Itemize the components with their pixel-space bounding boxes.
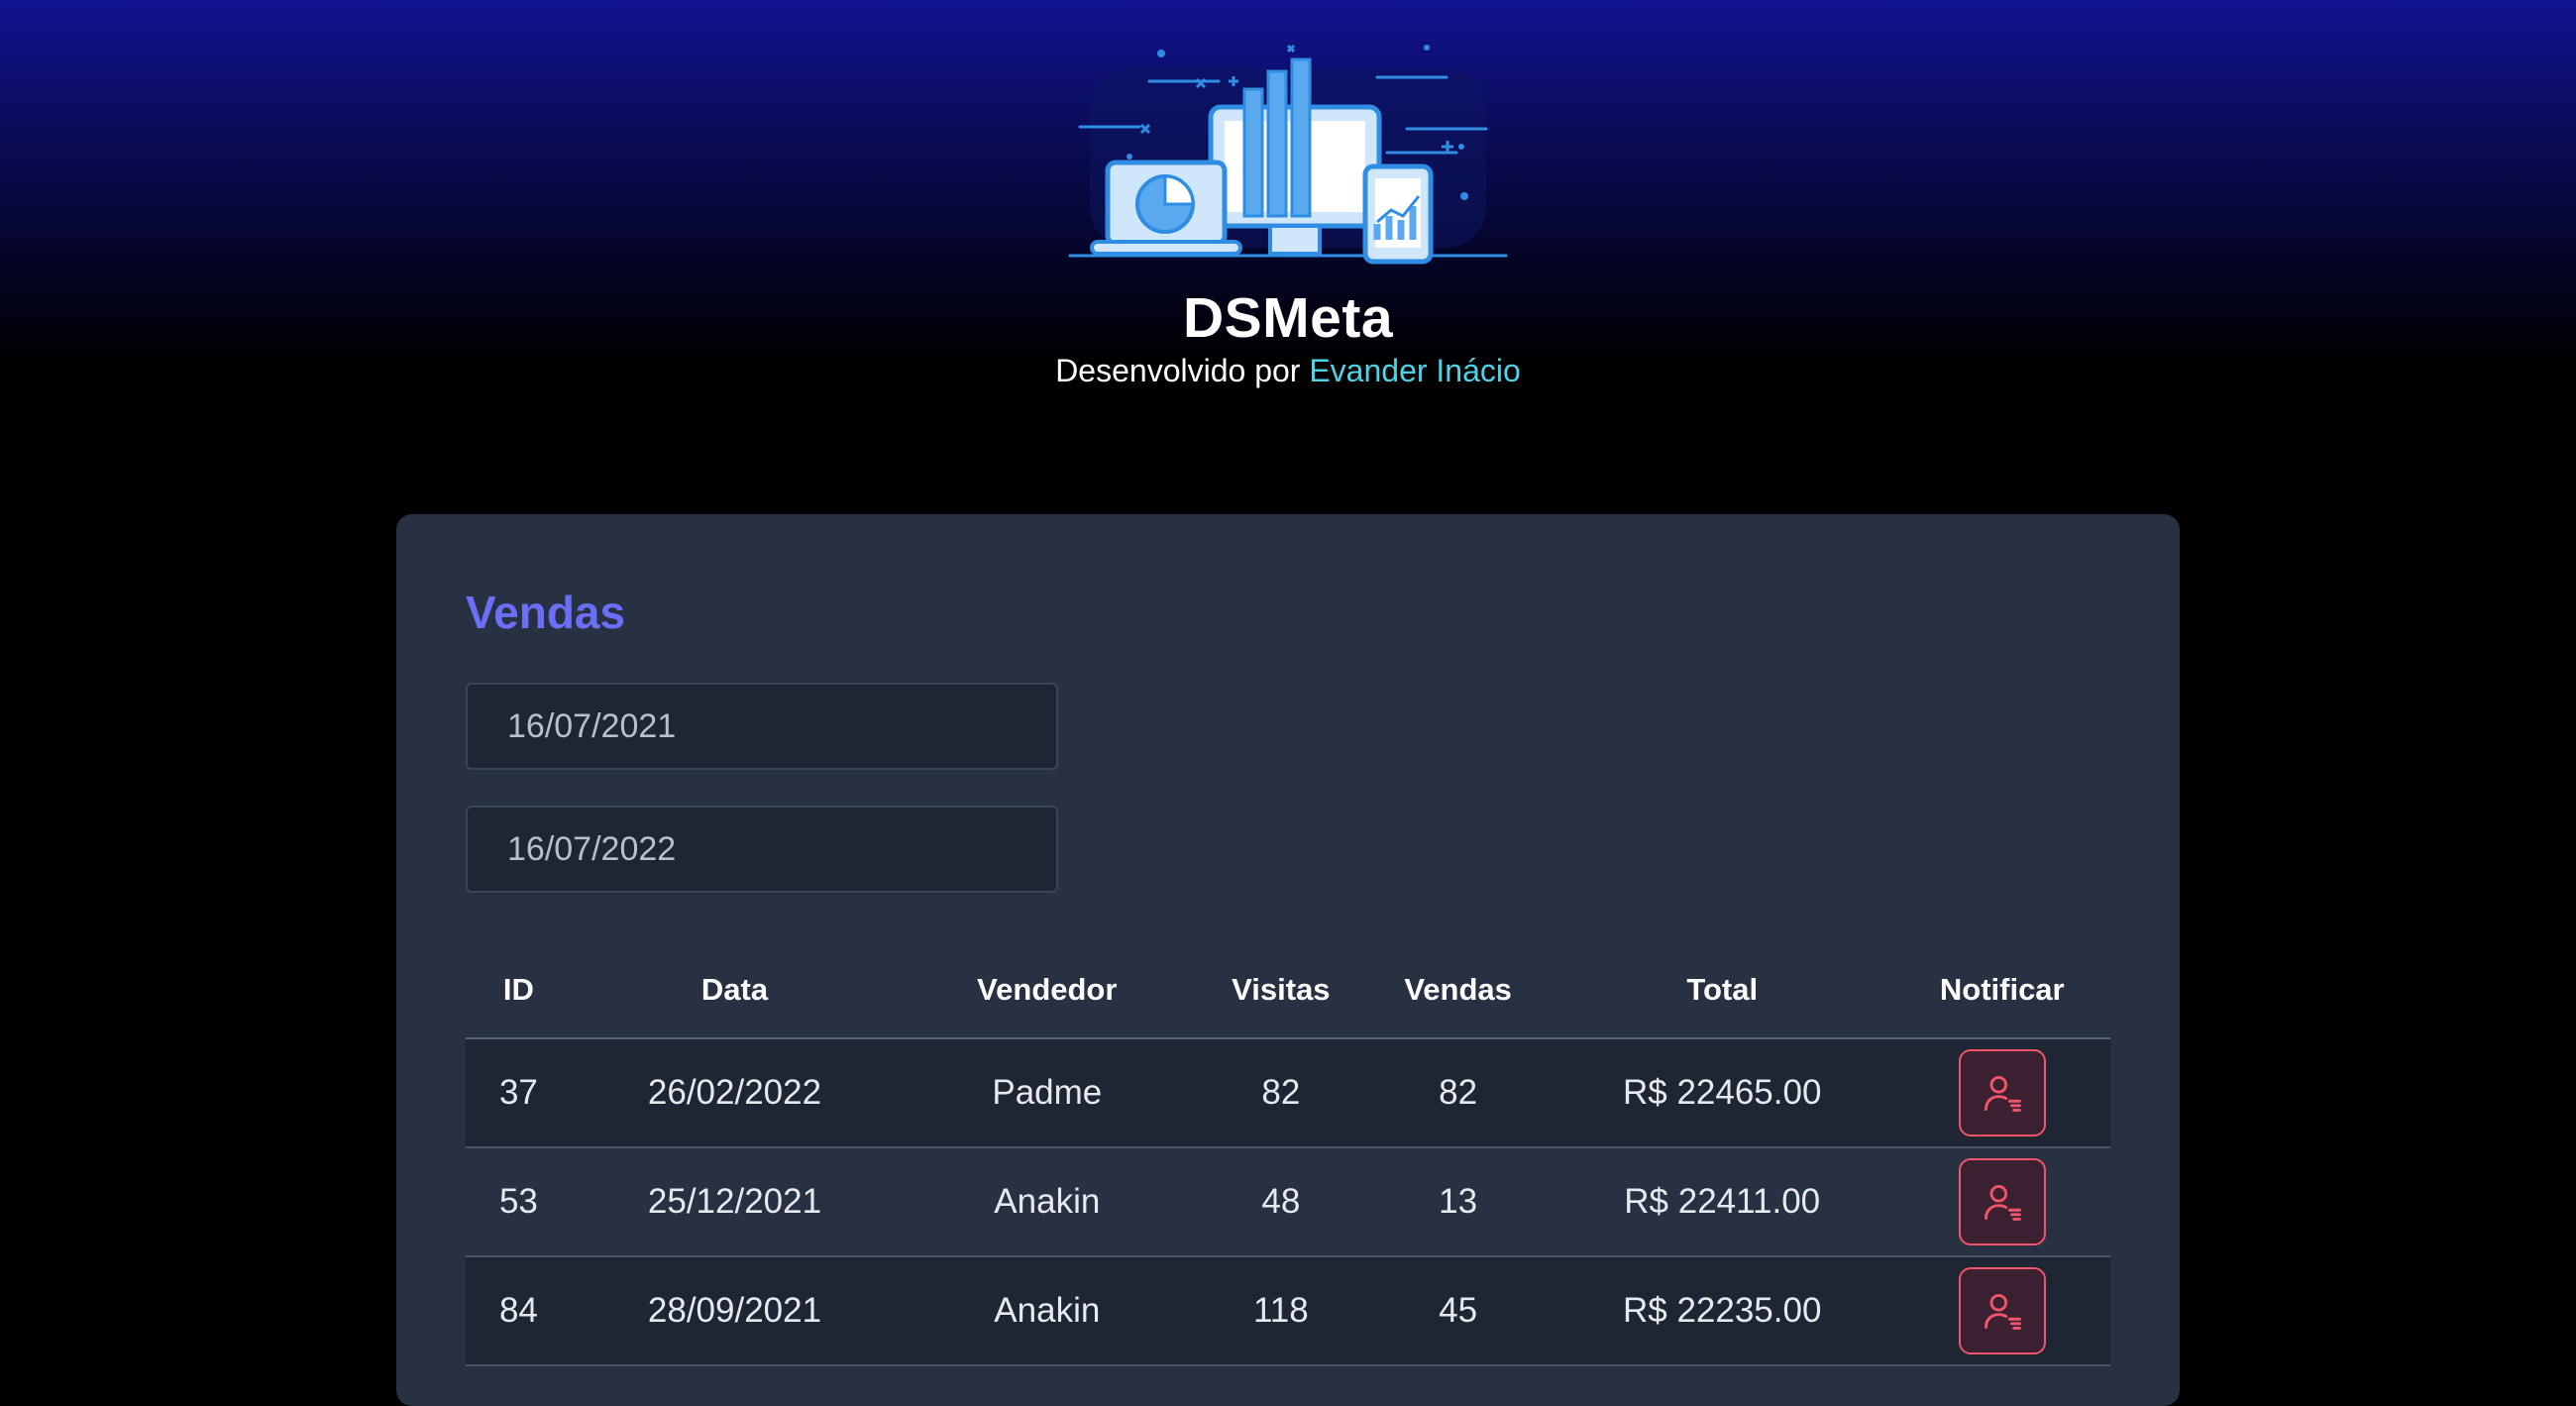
dashboard-logo [1068, 44, 1508, 265]
cell-date: 25/12/2021 [571, 1147, 899, 1257]
cell-seller: Padme [898, 1038, 1197, 1148]
page-header: DSMeta Desenvolvido por Evander Inácio [0, 0, 2576, 456]
app-title: DSMeta [1182, 286, 1394, 350]
notify-button[interactable] [1958, 1158, 2046, 1245]
notify-button[interactable] [1958, 1267, 2046, 1354]
sales-title: Vendas [466, 587, 626, 638]
user-notify-icon [1984, 1293, 2021, 1330]
cell-total: R$ 22411.00 [1550, 1147, 1894, 1257]
cell-total: R$ 22465.00 [1550, 1038, 1894, 1148]
cell-sales: 82 [1365, 1038, 1551, 1148]
cell-notify [1893, 1147, 2110, 1257]
column-header-sales: Vendas [1365, 942, 1551, 1039]
cell-id: 53 [466, 1147, 572, 1257]
byline: Desenvolvido por Evander Inácio [0, 353, 2576, 389]
column-header-id: ID [466, 942, 572, 1039]
max-date-input[interactable] [466, 806, 1058, 893]
table-row: 53 25/12/2021 Anakin 48 13 R$ 22411.00 [466, 1147, 2110, 1257]
column-header-seller: Vendedor [898, 942, 1197, 1039]
byline-prefix: Desenvolvido por [1055, 353, 1310, 388]
table-header-row: ID Data Vendedor Visitas Vendas Total No… [466, 942, 2110, 1039]
cell-date: 26/02/2022 [571, 1038, 899, 1148]
cell-sales: 13 [1365, 1147, 1551, 1257]
cell-seller: Anakin [898, 1147, 1197, 1257]
column-header-date: Data [571, 942, 899, 1039]
sales-card: Vendas ID Data Vendedor Visitas Vendas T… [396, 514, 2180, 1406]
column-header-notify: Notificar [1893, 942, 2110, 1039]
cell-visits: 82 [1196, 1038, 1366, 1148]
column-header-visits: Visitas [1196, 942, 1366, 1039]
column-header-total: Total [1550, 942, 1894, 1039]
notify-button[interactable] [1958, 1049, 2046, 1136]
user-notify-icon [1984, 1184, 2021, 1221]
cell-visits: 48 [1196, 1147, 1366, 1257]
author-link[interactable]: Evander Inácio [1309, 353, 1520, 388]
cell-id: 37 [466, 1038, 572, 1148]
sales-table: ID Data Vendedor Visitas Vendas Total No… [466, 942, 2110, 1366]
min-date-input[interactable] [466, 683, 1058, 770]
user-notify-icon [1984, 1075, 2021, 1112]
cell-notify [1893, 1038, 2110, 1148]
table-row: 37 26/02/2022 Padme 82 82 R$ 22465.00 [466, 1038, 2110, 1148]
